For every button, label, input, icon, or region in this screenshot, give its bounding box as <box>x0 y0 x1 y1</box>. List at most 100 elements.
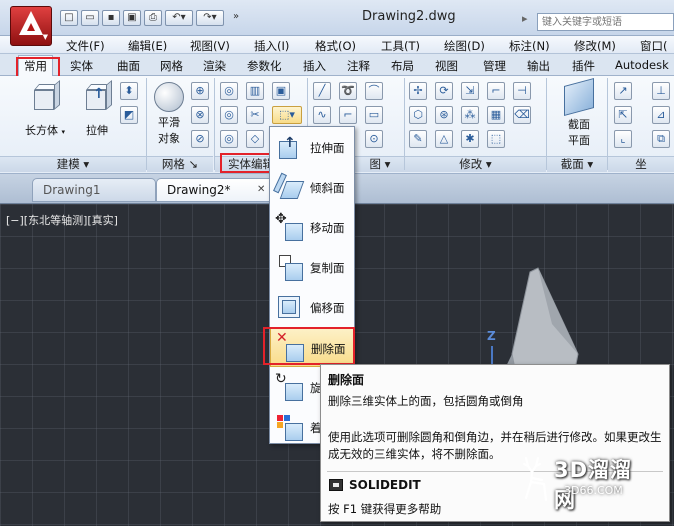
face-edit-dropdown-button[interactable]: ⬚▾ <box>272 106 302 124</box>
extrude-button[interactable]: ↑ 拉伸 <box>80 79 114 137</box>
union-icon[interactable]: ◎ <box>220 82 238 100</box>
tab-solid[interactable]: 实体 <box>70 58 93 74</box>
tab-plugins[interactable]: 插件 <box>572 58 595 74</box>
rectangle-icon[interactable]: ▭ <box>365 106 383 124</box>
menu-format[interactable]: 格式(O) <box>315 38 356 54</box>
menu-edit[interactable]: 编辑(E) <box>128 38 167 54</box>
application-menu-button[interactable]: ▼ <box>10 6 52 46</box>
panel-title-draw[interactable]: 图 ▾ <box>355 156 405 172</box>
panel-title-coordinates[interactable]: 坐 <box>608 156 674 172</box>
ucs-view-icon[interactable]: ⧉ <box>652 130 670 148</box>
tab-layout[interactable]: 布局 <box>391 58 414 74</box>
subtract-icon[interactable]: ◎ <box>220 106 238 124</box>
match-icon[interactable]: △ <box>435 130 453 148</box>
tab-insert[interactable]: 插入 <box>303 58 326 74</box>
smooth-object-button[interactable]: 平滑 对象 <box>150 82 188 146</box>
align-icon[interactable]: ⇲ <box>461 82 479 100</box>
panel-title-modify[interactable]: 修改 ▾ <box>405 156 546 172</box>
panel-title-section[interactable]: 截面 ▾ <box>547 156 607 172</box>
helix-icon[interactable]: ➰ <box>339 82 357 100</box>
redo-icon[interactable]: ↷▾ <box>196 10 224 26</box>
flyout-item-move-face[interactable]: ✥ 移动面 <box>270 207 354 247</box>
flyout-item-copy-face[interactable]: 复制面 <box>270 247 354 287</box>
tab-render[interactable]: 渲染 <box>203 58 226 74</box>
move-icon[interactable]: ✢ <box>409 82 427 100</box>
window-title: Drawing2.dwg <box>362 9 456 24</box>
flyout-item-taper-face[interactable]: 倾斜面 <box>270 167 354 207</box>
fillet-icon[interactable]: ⌐ <box>487 82 505 100</box>
save-icon[interactable]: ▪ <box>102 10 120 26</box>
tab-mesh[interactable]: 网格 <box>160 58 183 74</box>
search-arrow-icon: ▸ <box>522 12 528 25</box>
offset-face-icon <box>275 293 303 321</box>
menu-file[interactable]: 文件(F) <box>66 38 105 54</box>
box-icon <box>30 79 60 112</box>
chevron-down-icon: ▼ <box>42 33 48 41</box>
close-icon[interactable]: ✕ <box>257 184 265 195</box>
menu-window[interactable]: 窗口( <box>640 38 668 54</box>
arc-icon[interactable]: ⌒ <box>365 82 383 100</box>
trim-icon[interactable]: ⊣ <box>513 82 531 100</box>
new-icon[interactable]: □ <box>60 10 78 26</box>
polyline-icon[interactable]: ⌐ <box>339 106 357 124</box>
shell-icon[interactable]: ◇ <box>246 130 264 148</box>
polysolid-icon[interactable]: ◩ <box>120 106 138 124</box>
tab-manage[interactable]: 管理 <box>483 58 506 74</box>
mesh-refine-icon[interactable]: ⊗ <box>191 106 209 124</box>
mirror-icon[interactable]: ⊛ <box>435 106 453 124</box>
undo-icon[interactable]: ↶▾ <box>165 10 193 26</box>
ucs-icon[interactable]: ↗ <box>614 82 632 100</box>
ucs-z-icon[interactable]: ⊥ <box>652 82 670 100</box>
slice-icon[interactable]: ✂ <box>246 106 264 124</box>
panel-title-modeling[interactable]: 建模 ▾ <box>0 156 146 172</box>
presspull-icon[interactable]: ⬍ <box>120 82 138 100</box>
flyout-item-extrude-face[interactable]: ↑ 拉伸面 <box>270 127 354 167</box>
viewport-label[interactable]: [−][东北等轴测][真实] <box>6 212 118 228</box>
ucs-3pt-icon[interactable]: ⊿ <box>652 106 670 124</box>
deer-logo-icon <box>522 456 548 502</box>
stretch-icon[interactable]: ⬚ <box>487 130 505 148</box>
menu-view[interactable]: 视图(V) <box>190 38 230 54</box>
tab-parametric[interactable]: 参数化 <box>247 58 282 74</box>
ucs-origin-icon[interactable]: ⌞ <box>614 130 632 148</box>
scale-icon[interactable]: ⬡ <box>409 106 427 124</box>
mesh-box-icon[interactable]: ⊕ <box>191 82 209 100</box>
ucs-world-icon[interactable]: ⇱ <box>614 106 632 124</box>
search-input[interactable] <box>537 13 674 31</box>
menu-draw[interactable]: 绘图(D) <box>444 38 485 54</box>
open-icon[interactable]: ▭ <box>81 10 99 26</box>
ellipse-icon[interactable]: ⊙ <box>365 130 383 148</box>
taper-face-icon <box>273 172 305 201</box>
spline-icon[interactable]: ∿ <box>313 106 331 124</box>
offset-icon[interactable]: ▦ <box>487 106 505 124</box>
menu-tools[interactable]: 工具(T) <box>381 38 420 54</box>
explode-icon[interactable]: ✱ <box>461 130 479 148</box>
tab-output[interactable]: 输出 <box>527 58 550 74</box>
line-icon[interactable]: ╱ <box>313 82 331 100</box>
array-icon[interactable]: ⁂ <box>461 106 479 124</box>
tab-annotate[interactable]: 注释 <box>347 58 370 74</box>
separate-icon[interactable]: ▣ <box>272 82 290 100</box>
section-plane-button[interactable]: 截面 平面 <box>556 77 602 148</box>
properties-icon[interactable]: ✎ <box>409 130 427 148</box>
tab-view[interactable]: 视图 <box>435 58 458 74</box>
menu-insert[interactable]: 插入(I) <box>254 38 289 54</box>
menu-modify[interactable]: 修改(M) <box>574 38 616 54</box>
box-button[interactable]: 长方体 ▾ <box>22 79 68 137</box>
box-label: 长方体 <box>24 124 58 137</box>
panel-title-mesh[interactable]: 网格 ↘ <box>147 156 213 172</box>
more-icon[interactable]: » <box>227 10 245 26</box>
mesh-crease-icon[interactable]: ⊘ <box>191 130 209 148</box>
tab-autodesk[interactable]: Autodesk <box>615 58 669 72</box>
menu-dimension[interactable]: 标注(N) <box>509 38 550 54</box>
tab-surface[interactable]: 曲面 <box>117 58 140 74</box>
imprint-icon[interactable]: ▥ <box>246 82 264 100</box>
rotate3d-icon[interactable]: ⟳ <box>435 82 453 100</box>
print-icon[interactable]: ⎙ <box>144 10 162 26</box>
doc-tab-drawing1[interactable]: Drawing1 <box>32 178 156 202</box>
intersect-icon[interactable]: ◎ <box>220 130 238 148</box>
erase-icon[interactable]: ⌫ <box>513 106 531 124</box>
menu-bar: 文件(F) 编辑(E) 视图(V) 插入(I) 格式(O) 工具(T) 绘图(D… <box>0 36 674 54</box>
save-as-icon[interactable]: ▣ <box>123 10 141 26</box>
flyout-item-offset-face[interactable]: 偏移面 <box>270 287 354 327</box>
